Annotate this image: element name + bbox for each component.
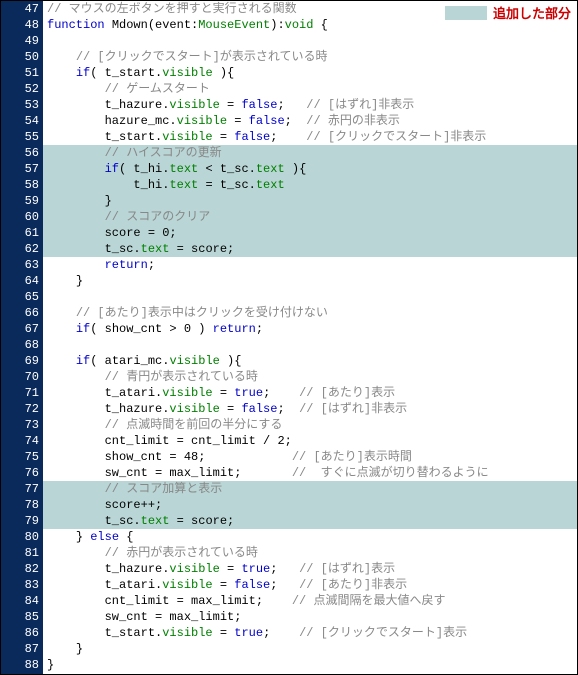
line-number: 66: [1, 305, 39, 321]
line-number: 58: [1, 177, 39, 193]
code-line: t_hazure.visible = false; // [はずれ]非表示: [43, 401, 577, 417]
line-number: 69: [1, 353, 39, 369]
line-number: 65: [1, 289, 39, 305]
line-number: 87: [1, 641, 39, 657]
line-number: 50: [1, 49, 39, 65]
code-line: cnt_limit = cnt_limit / 2;: [43, 433, 577, 449]
code-line: // [クリックでスタート]が表示されている時: [43, 49, 577, 65]
code-line: // スコア加算と表示: [43, 481, 577, 497]
line-number: 59: [1, 193, 39, 209]
code-line: t_hi.text = t_sc.text: [43, 177, 577, 193]
legend-swatch: [445, 6, 487, 20]
code-line: if( show_cnt > 0 ) return;: [43, 321, 577, 337]
code-line: t_atari.visible = true; // [あたり]表示: [43, 385, 577, 401]
line-number: 74: [1, 433, 39, 449]
code-line: } else {: [43, 529, 577, 545]
code-line: // [あたり]表示中はクリックを受け付けない: [43, 305, 577, 321]
legend-label: 追加した部分: [493, 3, 571, 22]
line-number: 71: [1, 385, 39, 401]
line-number: 61: [1, 225, 39, 241]
code-line: // 赤円が表示されている時: [43, 545, 577, 561]
code-line: if( t_start.visible ){: [43, 65, 577, 81]
line-number: 72: [1, 401, 39, 417]
code-line: [43, 337, 577, 353]
code-line: t_hazure.visible = false; // [はずれ]非表示: [43, 97, 577, 113]
code-line: if( atari_mc.visible ){: [43, 353, 577, 369]
line-number: 56: [1, 145, 39, 161]
code-line: if( t_hi.text < t_sc.text ){: [43, 161, 577, 177]
line-number: 51: [1, 65, 39, 81]
line-number: 63: [1, 257, 39, 273]
line-number: 79: [1, 513, 39, 529]
line-number: 54: [1, 113, 39, 129]
line-number: 60: [1, 209, 39, 225]
legend: 追加した部分: [441, 3, 575, 22]
line-number: 67: [1, 321, 39, 337]
code-line: t_start.visible = true; // [クリックでスタート]表示: [43, 625, 577, 641]
code-line: cnt_limit = max_limit; // 点滅間隔を最大値へ戻す: [43, 593, 577, 609]
code-line: score++;: [43, 497, 577, 513]
line-number-gutter: 4748495051525354555657585960616263646566…: [1, 1, 43, 674]
code-line: // ハイスコアの更新: [43, 145, 577, 161]
line-number: 52: [1, 81, 39, 97]
line-number: 81: [1, 545, 39, 561]
code-line: t_hazure.visible = true; // [はずれ]表示: [43, 561, 577, 577]
line-number: 55: [1, 129, 39, 145]
code-line: [43, 289, 577, 305]
line-number: 73: [1, 417, 39, 433]
code-line: sw_cnt = max_limit;: [43, 609, 577, 625]
line-number: 83: [1, 577, 39, 593]
code-listing: 4748495051525354555657585960616263646566…: [0, 0, 578, 675]
line-number: 70: [1, 369, 39, 385]
code-line: // 青円が表示されている時: [43, 369, 577, 385]
code-line: t_sc.text = score;: [43, 513, 577, 529]
line-number: 53: [1, 97, 39, 113]
code-line: }: [43, 273, 577, 289]
line-number: 62: [1, 241, 39, 257]
code-line: // ゲームスタート: [43, 81, 577, 97]
code-line: }: [43, 193, 577, 209]
line-number: 48: [1, 17, 39, 33]
code-line: }: [43, 657, 577, 673]
line-number: 64: [1, 273, 39, 289]
line-number: 86: [1, 625, 39, 641]
code-line: score = 0;: [43, 225, 577, 241]
code-line: t_sc.text = score;: [43, 241, 577, 257]
line-number: 78: [1, 497, 39, 513]
line-number: 75: [1, 449, 39, 465]
code-line: }: [43, 641, 577, 657]
line-number: 85: [1, 609, 39, 625]
code-line: // 点滅時間を前回の半分にする: [43, 417, 577, 433]
line-number: 88: [1, 657, 39, 673]
line-number: 57: [1, 161, 39, 177]
code-line: t_start.visible = false; // [クリックでスタート]非…: [43, 129, 577, 145]
code-line: [43, 33, 577, 49]
code-line: hazure_mc.visible = false; // 赤円の非表示: [43, 113, 577, 129]
line-number: 68: [1, 337, 39, 353]
line-number: 82: [1, 561, 39, 577]
code-line: sw_cnt = max_limit; // すぐに点滅が切り替わるように: [43, 465, 577, 481]
line-number: 76: [1, 465, 39, 481]
line-number: 77: [1, 481, 39, 497]
code-line: return;: [43, 257, 577, 273]
code-line: t_atari.visible = false; // [あたり]非表示: [43, 577, 577, 593]
line-number: 47: [1, 1, 39, 17]
code-line: show_cnt = 48; // [あたり]表示時間: [43, 449, 577, 465]
line-number: 80: [1, 529, 39, 545]
line-number: 84: [1, 593, 39, 609]
code-area: // マウスの左ボタンを押すと実行される関数function Mdown(eve…: [43, 1, 577, 674]
line-number: 49: [1, 33, 39, 49]
code-line: // スコアのクリア: [43, 209, 577, 225]
